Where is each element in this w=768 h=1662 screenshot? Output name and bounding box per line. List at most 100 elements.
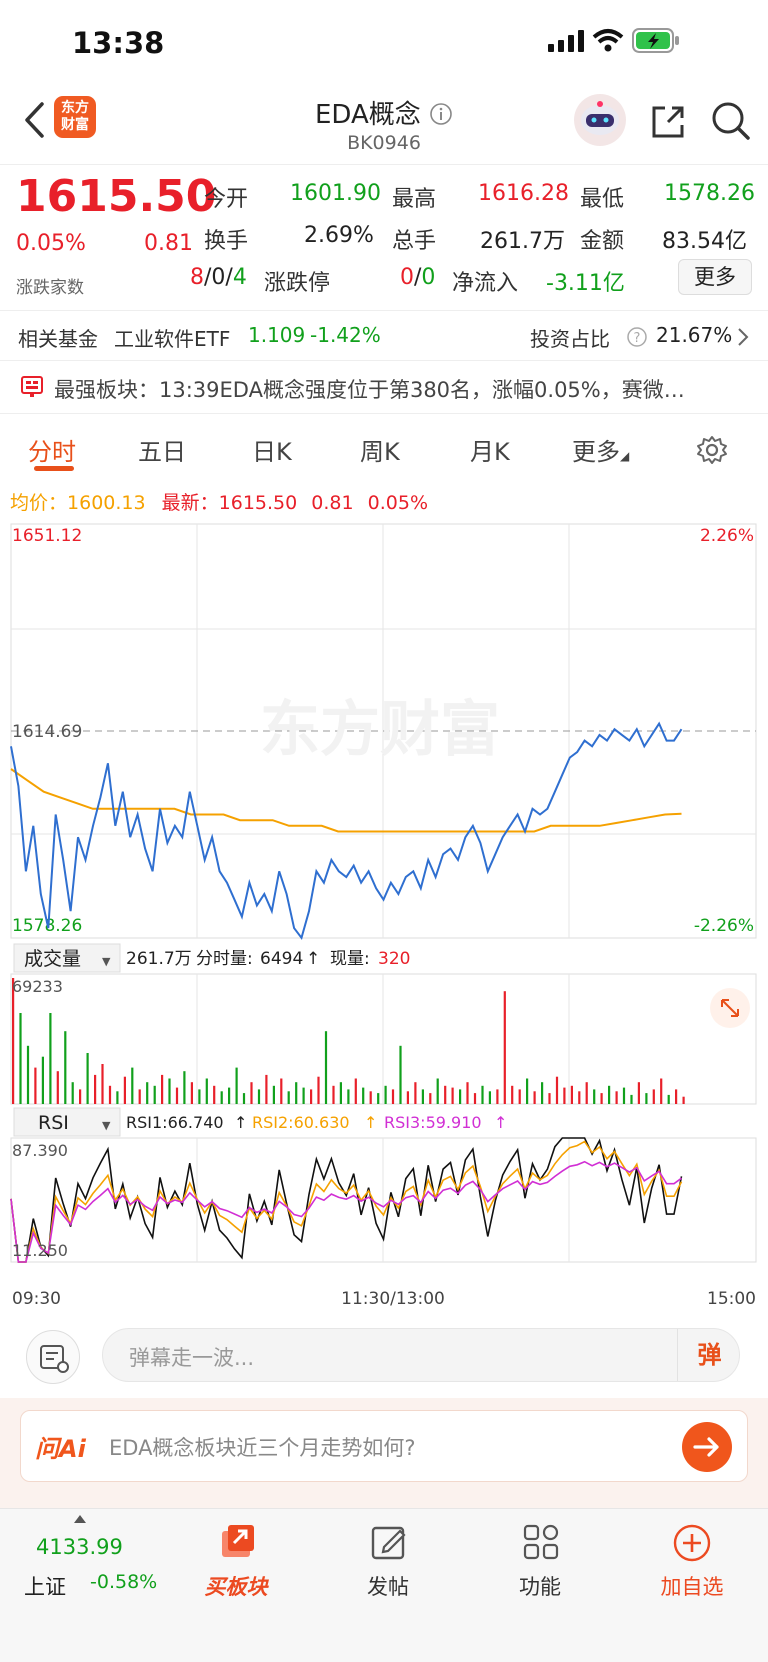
top-pct-label: 2.26% bbox=[700, 526, 754, 546]
rsi1-label: RSI1:66.740 bbox=[126, 1113, 224, 1132]
amount-value: 83.54亿 bbox=[662, 229, 747, 254]
volume-bar bbox=[533, 1091, 536, 1104]
danmu-input[interactable]: 弹幕走一波... 弹 bbox=[102, 1328, 740, 1382]
more-button[interactable]: 更多 bbox=[678, 259, 752, 295]
nav-buy-sector[interactable]: 买板块 bbox=[176, 1519, 296, 1619]
search-icon[interactable] bbox=[710, 100, 752, 142]
volume-bar bbox=[675, 1089, 678, 1104]
volume-bar bbox=[235, 1067, 238, 1104]
volume-bar bbox=[585, 1082, 588, 1104]
volume-split-label: 分时量: bbox=[196, 949, 253, 969]
robot-assistant-icon[interactable] bbox=[572, 92, 628, 148]
settings-icon[interactable] bbox=[696, 434, 728, 466]
related-fund-row[interactable]: 相关基金 工业软件ETF 1.109 -1.42% 投资占比 ? 21.67% bbox=[0, 310, 768, 360]
ai-section: 问Ai EDA概念板块近三个月走势如何? bbox=[0, 1398, 768, 1508]
volume-bar bbox=[287, 1091, 290, 1104]
volume-bar bbox=[369, 1091, 372, 1104]
volume-bar bbox=[399, 1045, 402, 1104]
intraday-chart[interactable]: 东方财富 1651.12 1614.69 1578.26 2.26% -2.26… bbox=[0, 520, 768, 1310]
volume-bar bbox=[153, 1085, 156, 1104]
volume-bar bbox=[228, 1087, 231, 1104]
top-price-label: 1651.12 bbox=[12, 526, 82, 546]
nav-post[interactable]: 发帖 bbox=[328, 1519, 448, 1619]
quote-panel: 1615.50 0.05% 0.81 涨跌家数 今开 1601.90 最高 16… bbox=[0, 164, 768, 304]
volume-bar bbox=[198, 1089, 201, 1104]
rsi3-arrow-icon: ↑ bbox=[494, 1113, 507, 1132]
up-count: 8 bbox=[190, 265, 204, 290]
rsi1-line bbox=[10, 1137, 683, 1263]
fund-name: 工业软件ETF bbox=[114, 327, 231, 351]
strongest-sector-bar[interactable]: 最强板块：13:39EDA概念强度位于第380名，涨幅0.05%，赛微… bbox=[0, 360, 768, 414]
volume-bar bbox=[377, 1093, 380, 1104]
turnover-label: 换手 bbox=[204, 229, 249, 254]
open-value: 1601.90 bbox=[290, 181, 381, 206]
nav-functions[interactable]: 功能 bbox=[480, 1519, 600, 1619]
edit-icon bbox=[371, 1526, 406, 1560]
volume-bar bbox=[168, 1078, 171, 1104]
volume-bar bbox=[94, 1074, 97, 1104]
volume-bar bbox=[339, 1082, 342, 1104]
change-value: 0.81 bbox=[144, 231, 193, 256]
volume-value: 261.7万 bbox=[480, 229, 565, 254]
nav-buy-sector-label: 买板块 bbox=[204, 1575, 268, 1599]
nav-functions-label: 功能 bbox=[519, 1575, 561, 1599]
volume-bar bbox=[213, 1085, 216, 1104]
updown-label: 涨跌家数 bbox=[16, 278, 84, 298]
volume-bar bbox=[600, 1093, 603, 1104]
volume-bar bbox=[101, 1064, 104, 1104]
volume-bar bbox=[384, 1085, 387, 1104]
index-pct: -0.58% bbox=[90, 1571, 158, 1593]
status-bar: 13:38 bbox=[0, 0, 768, 88]
tab-month-k[interactable]: 月K bbox=[470, 432, 510, 467]
low-label: 最低 bbox=[580, 187, 625, 212]
battery-icon bbox=[632, 28, 679, 53]
time-start: 09:30 bbox=[12, 1289, 61, 1309]
tab-minute[interactable]: 分时 bbox=[28, 432, 76, 467]
volume-bar bbox=[79, 1089, 82, 1104]
nav-add-watchlist[interactable]: 加自选 bbox=[632, 1519, 752, 1619]
volume-selector-label: 成交量 bbox=[24, 948, 81, 970]
strongest-text: 最强板块：13:39EDA概念强度位于第380名，涨幅0.05%，赛微… bbox=[54, 378, 685, 402]
volume-bar bbox=[183, 1071, 186, 1104]
share-icon[interactable] bbox=[648, 102, 688, 142]
volume-bar bbox=[220, 1091, 223, 1104]
info-icon[interactable] bbox=[429, 102, 453, 126]
fund-label: 相关基金 bbox=[18, 327, 98, 351]
board-icon bbox=[21, 376, 43, 397]
tab-week-k[interactable]: 周K bbox=[360, 432, 400, 467]
down-count: 4 bbox=[232, 265, 247, 290]
volume-bar bbox=[630, 1094, 633, 1104]
volume-header: 成交量 ▼ 261.7万 分时量: 6494 ↑ 现量: 320 bbox=[13, 943, 410, 973]
volume-bar bbox=[116, 1091, 119, 1104]
volume-bar bbox=[295, 1082, 298, 1104]
nav-post-label: 发帖 bbox=[367, 1575, 409, 1599]
latest-label: 最新： bbox=[161, 492, 219, 514]
ratio-value: 21.67% bbox=[656, 323, 733, 347]
danmu-toggle[interactable] bbox=[26, 1330, 80, 1384]
volume-bar bbox=[138, 1089, 141, 1104]
tab-5day[interactable]: 五日 bbox=[138, 432, 186, 467]
help-icon[interactable]: ? bbox=[626, 326, 648, 348]
ai-question-box[interactable]: 问Ai EDA概念板块近三个月走势如何? bbox=[20, 1410, 748, 1482]
volume-bar bbox=[71, 1082, 74, 1104]
volume-panel: 69233 bbox=[10, 973, 757, 1105]
tab-more[interactable]: 更多◢ bbox=[572, 432, 629, 467]
tab-day-k[interactable]: 日K bbox=[252, 432, 292, 467]
price-panel: 东方财富 1651.12 1614.69 1578.26 2.26% -2.26… bbox=[10, 523, 757, 941]
rsi3-label: RSI3:59.910 bbox=[384, 1113, 482, 1132]
index-value[interactable]: 4133.99 bbox=[36, 1535, 123, 1559]
ai-arrow-icon[interactable] bbox=[681, 1421, 733, 1473]
volume-bar bbox=[406, 1091, 409, 1104]
time-end: 15:00 bbox=[707, 1289, 756, 1309]
danmu-placeholder: 弹幕走一波... bbox=[129, 1346, 255, 1370]
volume-bar bbox=[310, 1089, 313, 1104]
netflow-label: 净流入 bbox=[452, 271, 519, 296]
netflow-value: -3.11亿 bbox=[546, 271, 625, 296]
volume-bar bbox=[682, 1096, 685, 1104]
danmu-send-button[interactable]: 弹 bbox=[677, 1329, 741, 1381]
volume-bar bbox=[26, 1045, 30, 1104]
active-tab-indicator bbox=[34, 466, 74, 471]
avg-value: 1600.13 bbox=[67, 492, 146, 514]
volume-bar bbox=[146, 1082, 149, 1104]
volume-bar bbox=[108, 1085, 112, 1104]
